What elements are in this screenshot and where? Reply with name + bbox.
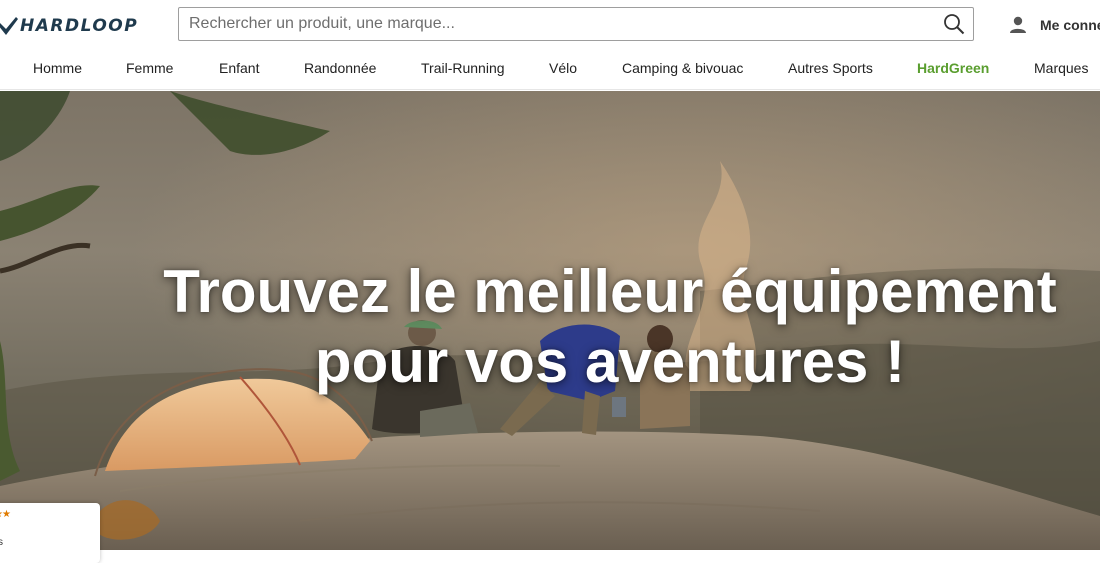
nav-item-randonnee[interactable]: Randonnée <box>304 60 376 76</box>
nav-item-femme[interactable]: Femme <box>126 60 173 76</box>
nav-item-camping-bivouac[interactable]: Camping & bivouac <box>622 60 743 76</box>
search-button[interactable] <box>943 13 965 35</box>
search-icon <box>944 14 965 35</box>
user-icon <box>1010 16 1026 33</box>
nav-item-hardgreen[interactable]: HardGreen <box>917 60 989 76</box>
hero-title-line-2: pour vos aventures ! <box>314 328 906 395</box>
account-label: Me conne <box>1040 17 1100 33</box>
hardloop-logo-icon <box>0 17 18 35</box>
nav-item-velo[interactable]: Vélo <box>549 60 577 76</box>
hero-title: Trouvez le meilleur équipement pour vos … <box>150 257 1070 397</box>
nav-item-autres-sports[interactable]: Autres Sports <box>788 60 873 76</box>
review-caption: s <box>0 537 3 548</box>
site-logo[interactable]: HARDLOOP <box>0 14 138 38</box>
search-bar <box>178 7 974 41</box>
search-input[interactable] <box>189 8 929 40</box>
nav-item-homme[interactable]: Homme <box>33 60 82 76</box>
logo-text: HARDLOOP <box>20 16 139 36</box>
main-nav: Homme Femme Enfant Randonnée Trail-Runni… <box>0 50 1100 90</box>
hero-title-line-1: Trouvez le meilleur équipement <box>163 258 1057 325</box>
nav-item-trail-running[interactable]: Trail-Running <box>421 60 505 76</box>
review-widget[interactable]: ★★ s <box>0 503 100 563</box>
nav-item-marques[interactable]: Marques <box>1034 60 1088 76</box>
account-link[interactable]: Me conne <box>1008 14 1100 36</box>
nav-item-enfant[interactable]: Enfant <box>219 60 259 76</box>
top-bar: HARDLOOP Me conne <box>0 0 1100 50</box>
rating-stars-icon: ★★ <box>0 509 11 520</box>
hero-banner: Trouvez le meilleur équipement pour vos … <box>0 91 1100 550</box>
